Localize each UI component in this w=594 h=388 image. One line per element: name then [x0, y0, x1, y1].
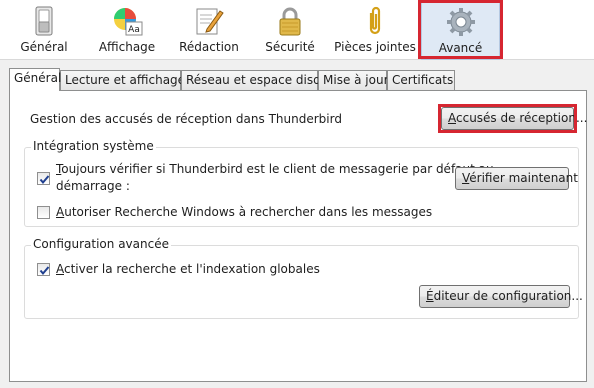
toolbar-security[interactable]: Sécurité — [256, 0, 324, 60]
toolbar-advanced[interactable]: Avancé — [421, 0, 500, 60]
paperclip-icon — [369, 6, 381, 35]
accel-key: A — [56, 262, 64, 276]
padlock-icon — [279, 7, 301, 36]
default-client-checkbox[interactable] — [37, 172, 50, 185]
tab-update[interactable]: Mise à jour — [318, 70, 389, 91]
general-panel: Gestion des accusés de réception dans Th… — [9, 90, 587, 382]
accel-key: É — [426, 289, 434, 303]
return-receipts-button[interactable]: Accusés de réception... — [441, 107, 587, 130]
tab-reading-display[interactable]: Lecture et affichage — [60, 70, 185, 91]
tab-label: Lecture et affichage — [65, 73, 186, 87]
tab-general[interactable]: Général — [9, 68, 62, 91]
svg-text:Aa: Aa — [128, 25, 140, 35]
button-label: diteur de configuration... — [433, 289, 583, 303]
tab-label: Mise à jour — [323, 73, 389, 87]
toolbar-label: Sécurité — [265, 40, 315, 54]
toolbar-label: Avancé — [438, 41, 483, 55]
label-text: oujours vérifier si Thunderbird est le c… — [61, 162, 494, 176]
default-client-label-line1: Toujours vérifier si Thunderbird est le … — [56, 162, 494, 176]
tab-label: Réseau et espace disque — [186, 73, 336, 87]
advanced-config-title: Configuration avancée — [31, 237, 171, 251]
default-client-label-line2: démarrage : — [56, 179, 130, 193]
label-text: utoriser Recherche Windows à rechercher … — [64, 205, 433, 219]
gear-icon — [446, 8, 475, 36]
button-label: ccusés de réception... — [456, 111, 588, 125]
system-integration-title: Intégration système — [31, 139, 156, 153]
toolbar-label: Général — [20, 40, 68, 54]
label-text: ctiver la recherche et l'indexation glob… — [64, 262, 320, 276]
toolbar-label: Pièces jointes — [334, 40, 416, 54]
receipts-label: Gestion des accusés de réception dans Th… — [30, 112, 342, 126]
tab-network-disk[interactable]: Réseau et espace disque — [181, 70, 336, 91]
config-editor-button[interactable]: Éditeur de configuration... — [419, 285, 583, 308]
tab-label: Certificats — [392, 73, 454, 87]
accel-key: A — [448, 111, 456, 125]
tab-certificates[interactable]: Certificats — [387, 70, 455, 91]
check-now-button[interactable]: Vérifier maintenant — [455, 167, 578, 190]
windows-search-checkbox[interactable] — [37, 206, 50, 219]
display-palette-icon: Aa — [114, 8, 143, 36]
check-mark-icon — [39, 175, 50, 185]
tab-label: Général — [14, 71, 62, 85]
check-mark-icon — [39, 266, 50, 276]
toolbar-attachments[interactable]: Pièces jointes — [334, 0, 416, 60]
global-search-checkbox[interactable] — [37, 263, 50, 276]
general-switch-icon — [35, 6, 53, 36]
composition-pencil-icon — [196, 8, 224, 35]
accel-key: A — [56, 205, 65, 219]
windows-search-label: Autoriser Recherche Windows à rechercher… — [56, 205, 432, 219]
toolbar-label: Affichage — [98, 40, 156, 54]
preferences-toolbar: Général Aa Affichage Rédaction Sécurité … — [0, 0, 594, 60]
toolbar-label: Rédaction — [179, 40, 239, 54]
global-search-label: Activer la recherche et l'indexation glo… — [56, 262, 320, 276]
toolbar-general[interactable]: Général — [10, 0, 78, 60]
button-label: érifier maintenant — [469, 171, 578, 185]
toolbar-composition[interactable]: Rédaction — [174, 0, 244, 60]
toolbar-display[interactable]: Aa Affichage — [92, 0, 162, 60]
